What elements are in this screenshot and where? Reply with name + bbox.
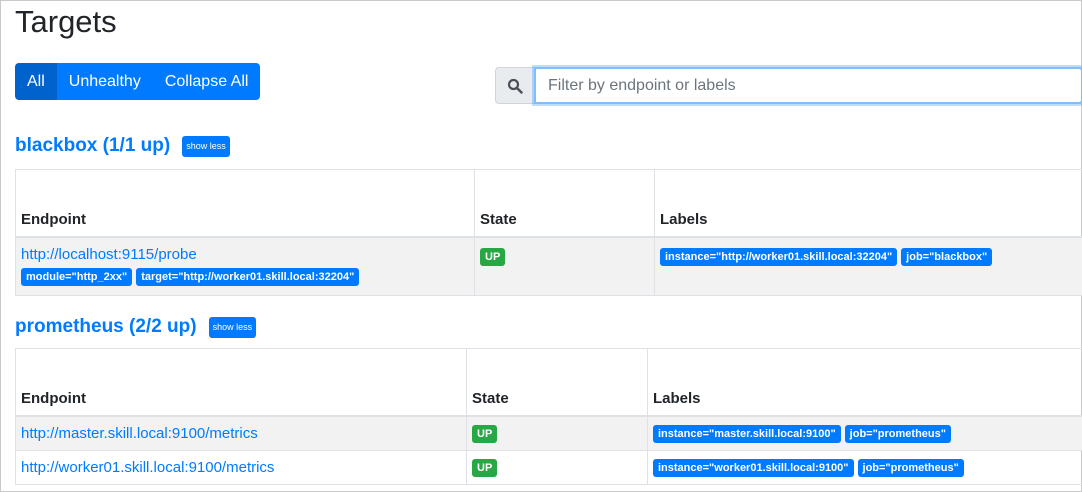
pool-title-blackbox[interactable]: blackbox (1/1 up) bbox=[15, 134, 170, 158]
column-header-state: State bbox=[474, 169, 655, 238]
targets-table-blackbox: Endpoint State Labels http://localhost:9… bbox=[15, 169, 1082, 296]
label-badge: instance="http://worker01.skill.local:32… bbox=[660, 248, 898, 266]
label-badge: instance="master.skill.local:9100" bbox=[653, 424, 841, 443]
table-row: http://worker01.skill.local:9100/metrics… bbox=[15, 449, 1082, 485]
label-badge: job="blackbox" bbox=[901, 248, 993, 266]
collapse-all-button[interactable]: Collapse All bbox=[152, 63, 261, 100]
column-header-state: State bbox=[466, 348, 648, 417]
show-less-button[interactable]: show less bbox=[208, 316, 257, 338]
endpoint-link[interactable]: http://worker01.skill.local:9100/metrics bbox=[21, 459, 274, 476]
state-badge: UP bbox=[480, 248, 506, 266]
label-badge: instance="worker01.skill.local:9100" bbox=[653, 458, 854, 477]
endpoint-link[interactable]: http://localhost:9115/probe bbox=[21, 246, 197, 263]
label-badge: job="prometheus" bbox=[857, 458, 964, 477]
param-badge: module="http_2xx" bbox=[21, 268, 133, 286]
filter-button-group: All Unhealthy Collapse All bbox=[15, 63, 261, 100]
targets-table-prometheus: Endpoint State Labels http://master.skil… bbox=[15, 348, 1082, 485]
state-badge: UP bbox=[472, 458, 498, 477]
table-row: http://master.skill.local:9100/metrics U… bbox=[15, 415, 1082, 451]
param-badge: target="http://worker01.skill.local:3220… bbox=[136, 268, 360, 286]
table-row: http://localhost:9115/probe module="http… bbox=[15, 236, 1082, 296]
search-input[interactable] bbox=[534, 67, 1082, 104]
pool-header-prometheus: prometheus (2/2 up) show less bbox=[15, 315, 257, 339]
column-header-labels: Labels bbox=[647, 348, 1082, 417]
pool-header-blackbox: blackbox (1/1 up) show less bbox=[15, 134, 230, 158]
page-title: Targets bbox=[15, 4, 117, 39]
endpoint-link[interactable]: http://master.skill.local:9100/metrics bbox=[21, 425, 258, 442]
show-less-button[interactable]: show less bbox=[182, 135, 230, 157]
search-bar bbox=[495, 67, 1082, 104]
column-header-endpoint: Endpoint bbox=[15, 348, 467, 417]
column-header-endpoint: Endpoint bbox=[15, 169, 475, 238]
pool-title-prometheus[interactable]: prometheus (2/2 up) bbox=[15, 315, 197, 339]
label-badge: job="prometheus" bbox=[844, 424, 951, 443]
state-badge: UP bbox=[472, 424, 498, 443]
search-icon bbox=[495, 67, 534, 104]
unhealthy-button[interactable]: Unhealthy bbox=[56, 63, 153, 100]
column-header-labels: Labels bbox=[654, 169, 1082, 238]
all-button[interactable]: All bbox=[15, 63, 57, 100]
